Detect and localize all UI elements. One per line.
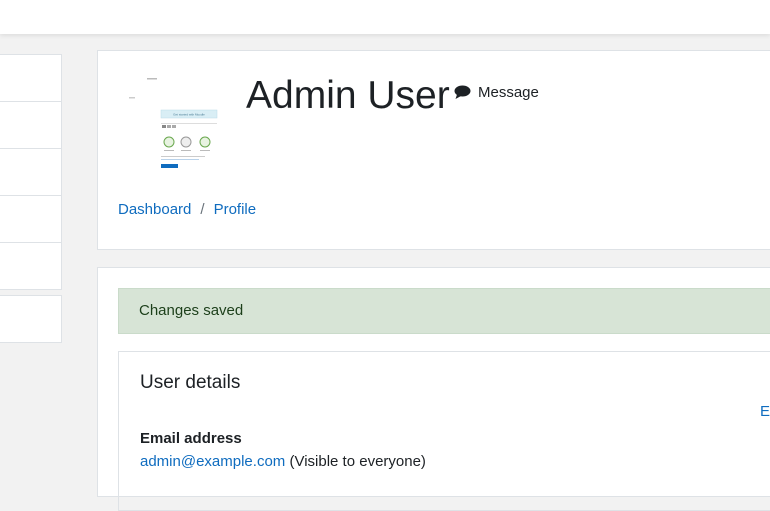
email-link[interactable]: admin@example.com — [140, 453, 285, 470]
email-label: Email address — [140, 430, 242, 447]
user-details-section: User details E Email address admin@examp… — [118, 351, 770, 511]
breadcrumb-profile[interactable]: Profile — [214, 201, 257, 218]
page-header: Get started with Moodle Admin User Messa… — [97, 50, 770, 250]
top-navbar — [0, 0, 770, 34]
page-title: Admin User — [246, 74, 450, 117]
drawer-nav-item[interactable] — [0, 149, 61, 196]
changes-saved-notice: Changes saved — [118, 288, 770, 334]
profile-picture: Get started with Moodle — [119, 72, 225, 178]
drawer-nav-item[interactable] — [0, 243, 61, 289]
profile-picture-thumbnail: Get started with Moodle — [119, 72, 225, 178]
edit-profile-link[interactable]: E — [760, 403, 770, 420]
email-visibility: (Visible to everyone) — [289, 453, 426, 470]
breadcrumb: Dashboard / Profile — [118, 201, 256, 218]
email-field-value: admin@example.com (Visible to everyone) — [140, 453, 426, 470]
drawer-nav-item[interactable] — [0, 196, 61, 243]
message-button[interactable]: Message — [454, 84, 539, 101]
thumbnail-headline: Get started with Moodle — [173, 113, 205, 117]
drawer-nav-group — [0, 54, 62, 290]
breadcrumb-dashboard[interactable]: Dashboard — [118, 201, 191, 218]
message-label: Message — [478, 84, 539, 101]
drawer-nav-item[interactable] — [0, 102, 61, 149]
left-drawer — [0, 54, 62, 343]
drawer-nav-item[interactable] — [0, 55, 61, 102]
user-details-title: User details — [140, 372, 241, 393]
main-region: Changes saved User details E Email addre… — [97, 267, 770, 511]
drawer-nav-item[interactable] — [0, 295, 62, 343]
speech-bubble-icon — [454, 85, 471, 99]
breadcrumb-separator: / — [200, 201, 205, 218]
